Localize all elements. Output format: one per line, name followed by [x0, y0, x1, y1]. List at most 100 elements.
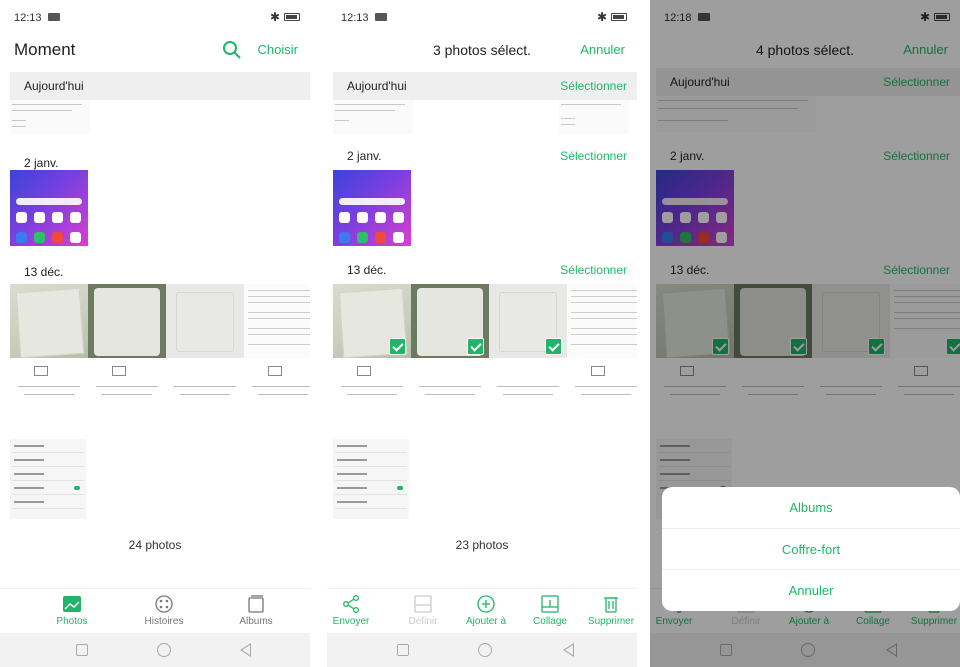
collage-icon: [541, 595, 559, 613]
search-icon[interactable]: [222, 40, 242, 60]
albums-option[interactable]: Albums: [662, 487, 960, 528]
tab-label: Albums: [239, 616, 273, 627]
section-date: 13 déc.: [24, 265, 64, 279]
home-button[interactable]: [157, 643, 171, 657]
vault-option[interactable]: Coffre-fort: [662, 528, 960, 569]
checkbox-checked[interactable]: [389, 338, 406, 355]
battery-icon: [611, 13, 627, 21]
back-button[interactable]: [563, 643, 574, 657]
set-as-icon: [414, 595, 432, 613]
selection-toolbar: Envoyer Définir Ajouter à Collage Suppri…: [327, 588, 637, 633]
tab-photos[interactable]: Photos: [36, 595, 108, 627]
status-time: 12:13: [14, 12, 42, 24]
system-nav-bar: [0, 633, 310, 667]
phone-screen-add-to-sheet: 12:18 ✱ 4 photos sélect. Annuler Aujourd…: [650, 0, 960, 667]
recents-button[interactable]: [76, 644, 88, 656]
photo-thumbnail-selected[interactable]: [489, 284, 567, 358]
share-icon: [343, 595, 359, 613]
photo-thumbnail[interactable]: [88, 284, 166, 358]
section-date: 2 janv.: [24, 156, 59, 170]
add-to-icon: [477, 595, 495, 613]
bottom-nav: Photos Histoires Albums: [0, 588, 310, 633]
photo-thumbnail[interactable]: [333, 170, 411, 246]
bluetooth-icon: ✱: [269, 10, 280, 24]
toolbar-label: Définir: [408, 616, 438, 627]
photo-thumbnail[interactable]: [333, 360, 411, 412]
photo-count: 24 photos: [128, 538, 182, 552]
photo-thumbnail[interactable]: [244, 360, 310, 412]
section-header-today: Aujourd'hui Sélectionner: [333, 72, 637, 100]
notification-icon: [375, 13, 387, 21]
photos-icon: [63, 596, 81, 612]
photo-thumbnail[interactable]: [88, 360, 166, 412]
photo-thumbnail[interactable]: [567, 284, 637, 358]
phone-screen-select: 12:13 ✱ 3 photos sélect. Annuler Aujourd…: [327, 0, 637, 667]
tab-label: Photos: [56, 616, 88, 627]
photo-thumbnail[interactable]: [166, 284, 244, 358]
photo-thumbnail[interactable]: [244, 284, 310, 358]
photo-thumbnail[interactable]: [166, 360, 244, 412]
add-to-action-sheet: Albums Coffre-fort Annuler: [662, 487, 960, 611]
battery-icon: [284, 13, 300, 21]
share-button[interactable]: Envoyer: [327, 595, 381, 627]
photo-thumbnail[interactable]: [567, 360, 637, 412]
status-bar: 12:13 ✱: [0, 0, 310, 34]
status-bar: 12:13 ✱: [327, 0, 637, 34]
section-header-today: Aujourd'hui: [10, 72, 310, 100]
photo-thumbnail[interactable]: [10, 439, 86, 519]
app-header: 3 photos sélect. Annuler: [327, 34, 637, 66]
bluetooth-icon: ✱: [596, 10, 607, 24]
section-date: 13 déc.: [347, 263, 387, 277]
section-header-dec13: 13 déc. Sélectionner: [333, 256, 637, 284]
photo-thumbnail[interactable]: [411, 360, 489, 412]
stories-icon: [155, 595, 173, 613]
photo-thumbnail-selected[interactable]: [411, 284, 489, 358]
photo-thumbnail-selected[interactable]: [333, 284, 411, 358]
toolbar-label: Collage: [533, 616, 567, 627]
select-section-button[interactable]: Sélectionner: [560, 79, 627, 93]
tab-label: Histoires: [144, 616, 184, 627]
photo-thumbnail[interactable]: [489, 360, 567, 412]
choose-button[interactable]: Choisir: [258, 42, 298, 57]
page-title: Moment: [14, 40, 76, 59]
notification-icon: [48, 13, 60, 21]
collage-button[interactable]: Collage: [520, 595, 580, 627]
photo-thumbnail[interactable]: [10, 100, 90, 134]
toolbar-label: Supprimer: [587, 616, 635, 627]
back-button[interactable]: [240, 643, 251, 657]
checkbox-checked[interactable]: [467, 338, 484, 355]
tab-stories[interactable]: Histoires: [128, 595, 200, 627]
toolbar-label: Envoyer: [332, 616, 370, 627]
set-as-button[interactable]: Définir: [393, 595, 453, 627]
checkbox-checked[interactable]: [545, 338, 562, 355]
photo-thumbnail[interactable]: [10, 284, 88, 358]
status-time: 12:13: [341, 12, 369, 24]
toolbar-label: Ajouter à: [465, 616, 507, 627]
select-section-button[interactable]: Sélectionner: [560, 149, 627, 163]
add-to-button[interactable]: Ajouter à: [456, 595, 516, 627]
photo-thumbnail[interactable]: [10, 360, 88, 412]
recents-button[interactable]: [397, 644, 409, 656]
home-button[interactable]: [478, 643, 492, 657]
albums-icon: [248, 595, 264, 613]
select-section-button[interactable]: Sélectionner: [560, 263, 627, 277]
cancel-option[interactable]: Annuler: [662, 569, 960, 610]
delete-icon: [604, 597, 618, 613]
delete-button[interactable]: Supprimer: [581, 595, 637, 627]
photo-thumbnail[interactable]: [559, 100, 629, 134]
section-date: Aujourd'hui: [24, 79, 84, 93]
section-date: Aujourd'hui: [347, 79, 407, 93]
app-header: Moment Choisir: [0, 34, 310, 66]
tab-albums[interactable]: Albums: [220, 595, 292, 627]
cancel-button[interactable]: Annuler: [580, 42, 625, 57]
photo-count: 23 photos: [455, 538, 509, 552]
section-date: 2 janv.: [347, 149, 382, 163]
section-header-dec13: 13 déc.: [10, 258, 310, 286]
section-header-jan2: 2 janv. Sélectionner: [333, 142, 637, 170]
photo-thumbnail[interactable]: [333, 100, 413, 134]
photo-thumbnail[interactable]: [333, 439, 409, 519]
system-nav-bar: [327, 633, 637, 667]
photo-thumbnail[interactable]: [10, 170, 88, 246]
phone-screen-moments: 12:13 ✱ Moment Choisir Aujourd'hui 2 jan…: [0, 0, 310, 667]
screen-gap: [310, 0, 327, 667]
